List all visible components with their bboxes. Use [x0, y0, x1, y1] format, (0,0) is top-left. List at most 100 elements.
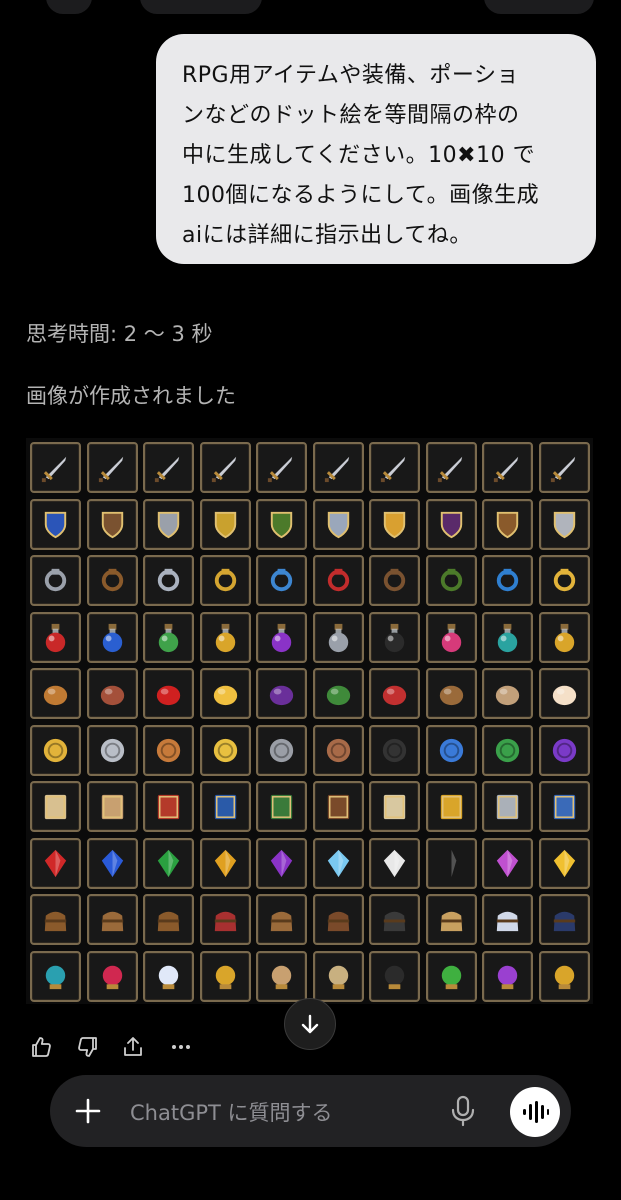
heart-amulet-icon — [102, 965, 122, 989]
item-cell-copper-coin — [143, 724, 194, 776]
copper-ingot-icon — [326, 738, 350, 762]
item-cell-hood — [256, 498, 307, 550]
cloak-icon — [440, 511, 462, 538]
item-cell-wings — [143, 950, 194, 1002]
coin-pouch-icon — [44, 911, 67, 932]
item-cell-herb — [312, 668, 364, 719]
item-cell-stew-bowl — [482, 668, 533, 719]
crystal-ball-icon — [45, 965, 66, 989]
item-cell-white-potion — [312, 611, 364, 663]
item-cell-bread — [30, 668, 81, 719]
item-cell-bomb — [369, 950, 420, 1002]
item-cell-sack — [86, 894, 138, 945]
black-potion-icon — [384, 623, 405, 652]
thumbs-up-button[interactable] — [26, 1032, 56, 1062]
microphone-icon[interactable] — [450, 1095, 476, 1127]
item-cell-green-vial — [425, 950, 477, 1002]
item-cell-green-potion — [143, 611, 194, 663]
sword-icon — [98, 456, 123, 483]
green-crystal-icon — [495, 738, 520, 762]
top-nav-right[interactable] — [484, 0, 594, 14]
blue-crystal-icon — [439, 738, 463, 762]
cheese-icon — [213, 685, 237, 706]
cake-icon — [552, 685, 576, 706]
scroll-down-button[interactable] — [284, 998, 336, 1050]
share-icon — [124, 1037, 142, 1056]
item-cell-scarf — [482, 555, 533, 606]
top-nav-center[interactable] — [140, 0, 262, 14]
iron-ingot-icon — [269, 738, 294, 762]
item-cell-lantern — [369, 894, 420, 945]
item-cell-iron-ingot — [256, 724, 307, 776]
item-cell-bow — [256, 442, 307, 493]
coal-icon — [382, 738, 407, 762]
silver-coin-icon — [100, 738, 124, 762]
user-message-line: 中に生成してください。10✖10 で — [182, 143, 536, 168]
item-cell-pendant — [256, 555, 307, 606]
user-message-line: aiには詳細に指示出してね。 — [182, 223, 472, 248]
item-cell-glove — [86, 555, 138, 606]
user-message-line: ンなどのドット絵を等間隔の枠の — [182, 103, 520, 128]
rainbow-orb-icon — [496, 849, 519, 877]
message-input[interactable]: ChatGPT に質問する — [130, 1097, 333, 1127]
item-cell-blue-potion — [86, 611, 138, 663]
compass-icon — [271, 965, 292, 989]
item-cell-crown — [538, 555, 590, 606]
share-button[interactable] — [118, 1032, 148, 1062]
user-message-bubble: RPG用アイテムや装備、ポーショ ンなどのドット絵を等間隔の枠の 中に生成してく… — [156, 34, 596, 264]
sword-icon — [41, 456, 67, 483]
red-chest-icon — [214, 911, 236, 932]
generated-image[interactable] — [26, 438, 593, 1004]
more-options-button[interactable] — [166, 1032, 196, 1062]
bomb-icon — [384, 965, 405, 989]
arrow-down-icon — [301, 1014, 319, 1034]
item-cell-heart-amulet — [86, 950, 138, 1002]
item-cell-mushroom — [369, 668, 420, 719]
item-cell-green-crystal — [482, 724, 533, 776]
thumbs-up-icon — [32, 1037, 51, 1057]
item-cell-sealed-scroll — [86, 781, 138, 832]
item-cell-cheese — [199, 668, 251, 719]
plus-icon[interactable] — [74, 1097, 102, 1125]
top-nav-left[interactable] — [46, 0, 92, 14]
open-book-icon — [383, 794, 406, 820]
thumbs-down-button[interactable] — [73, 1032, 103, 1062]
katana-icon — [550, 456, 575, 483]
item-cell-ornate-key — [538, 781, 590, 832]
gauntlet-icon — [44, 568, 67, 592]
golden-flask-icon — [554, 623, 574, 652]
ruby-ring-icon — [214, 568, 236, 592]
item-cell-spear — [482, 442, 533, 493]
voice-mode-button[interactable] — [510, 1087, 560, 1137]
shield-icon — [44, 511, 67, 538]
black-orb-icon — [440, 849, 462, 877]
quiver-icon — [324, 456, 349, 483]
item-cell-rainbow-orb — [482, 837, 533, 889]
user-message-line: 100個になるようにして。画像生成 — [182, 183, 540, 208]
item-cell-green-spellbook — [256, 781, 307, 832]
item-cell-round-shield — [86, 498, 138, 550]
item-cell-star — [538, 837, 590, 889]
silver-ring-icon — [157, 568, 180, 592]
item-cell-fish — [425, 668, 477, 719]
item-cell-brown-book — [312, 781, 364, 832]
green-cape-icon — [440, 568, 462, 592]
grapes-icon — [269, 685, 294, 706]
star-icon — [553, 849, 575, 877]
item-cell-diamond — [312, 837, 364, 889]
item-cell-helmet — [143, 498, 194, 550]
golden-chalice-icon — [554, 965, 574, 989]
bow-icon — [267, 456, 293, 483]
sapphire-icon — [101, 849, 123, 877]
thinking-time-label[interactable]: 思考時間: 2 〜 3 秒 — [26, 318, 213, 348]
pendant-icon — [270, 568, 293, 592]
battle-axe-icon — [154, 456, 180, 483]
item-cell-silver-key — [482, 781, 533, 832]
white-potion-icon — [328, 623, 348, 652]
item-cell-crystal-ball — [30, 950, 81, 1002]
herb-icon — [326, 685, 350, 706]
item-cell-amulet — [312, 555, 364, 606]
blue-potion-icon — [102, 623, 122, 652]
item-cell-golden-chalice — [538, 950, 590, 1002]
item-cell-purple-potion — [256, 611, 307, 663]
